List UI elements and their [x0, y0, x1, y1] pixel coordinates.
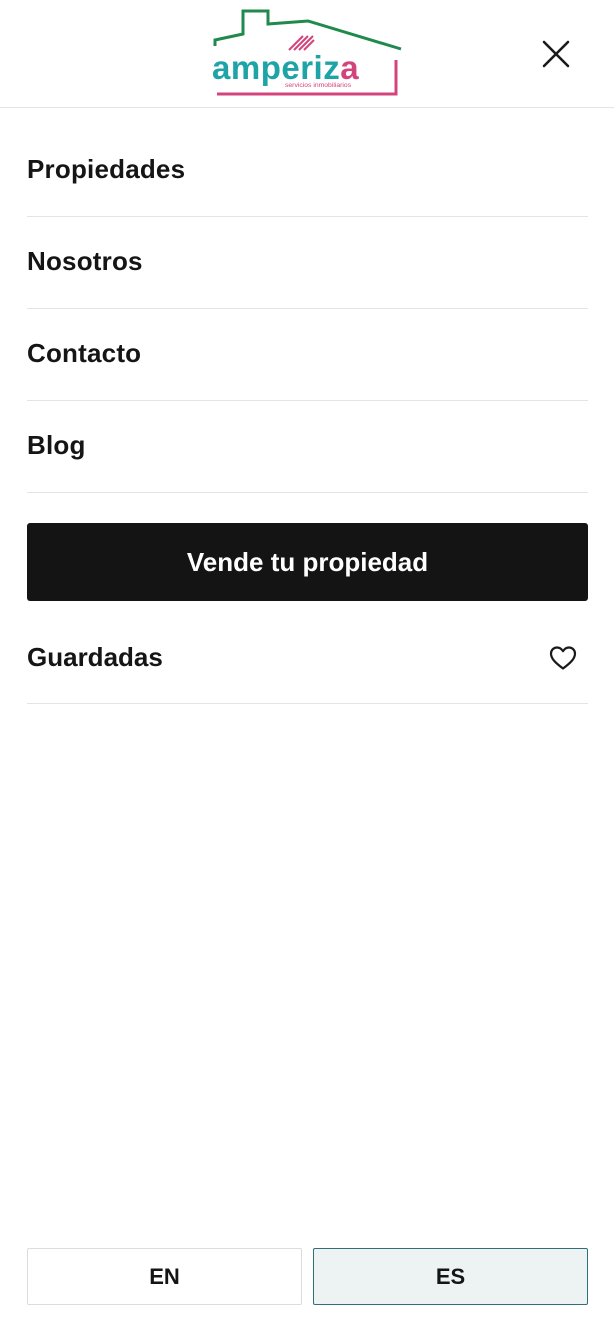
language-switcher: EN ES: [27, 1248, 588, 1305]
language-en-button[interactable]: EN: [27, 1248, 302, 1305]
main-menu: Propiedades Nosotros Contacto Blog: [27, 125, 588, 493]
menu-item-contacto[interactable]: Contacto: [27, 309, 588, 401]
saved-properties-link[interactable]: Guardadas: [27, 612, 588, 704]
language-es-button[interactable]: ES: [313, 1248, 588, 1305]
heart-icon: [548, 643, 578, 673]
amperiza-logo[interactable]: amperiza servicios inmobiliarios: [205, 6, 410, 101]
menu-item-blog[interactable]: Blog: [27, 401, 588, 493]
mobile-menu-page: amperiza servicios inmobiliarios Propied…: [0, 0, 614, 1336]
menu-item-propiedades[interactable]: Propiedades: [27, 125, 588, 217]
close-button[interactable]: [534, 32, 578, 76]
menu-item-nosotros[interactable]: Nosotros: [27, 217, 588, 309]
logo-roof: [213, 9, 402, 51]
saved-label: Guardadas: [27, 642, 163, 672]
logo-wordmark: amperiza: [212, 49, 359, 86]
sell-property-button[interactable]: Vende tu propiedad: [27, 523, 588, 601]
close-icon: [542, 40, 570, 68]
logo-tagline: servicios inmobiliarios: [285, 82, 352, 89]
header: amperiza servicios inmobiliarios: [0, 0, 614, 108]
